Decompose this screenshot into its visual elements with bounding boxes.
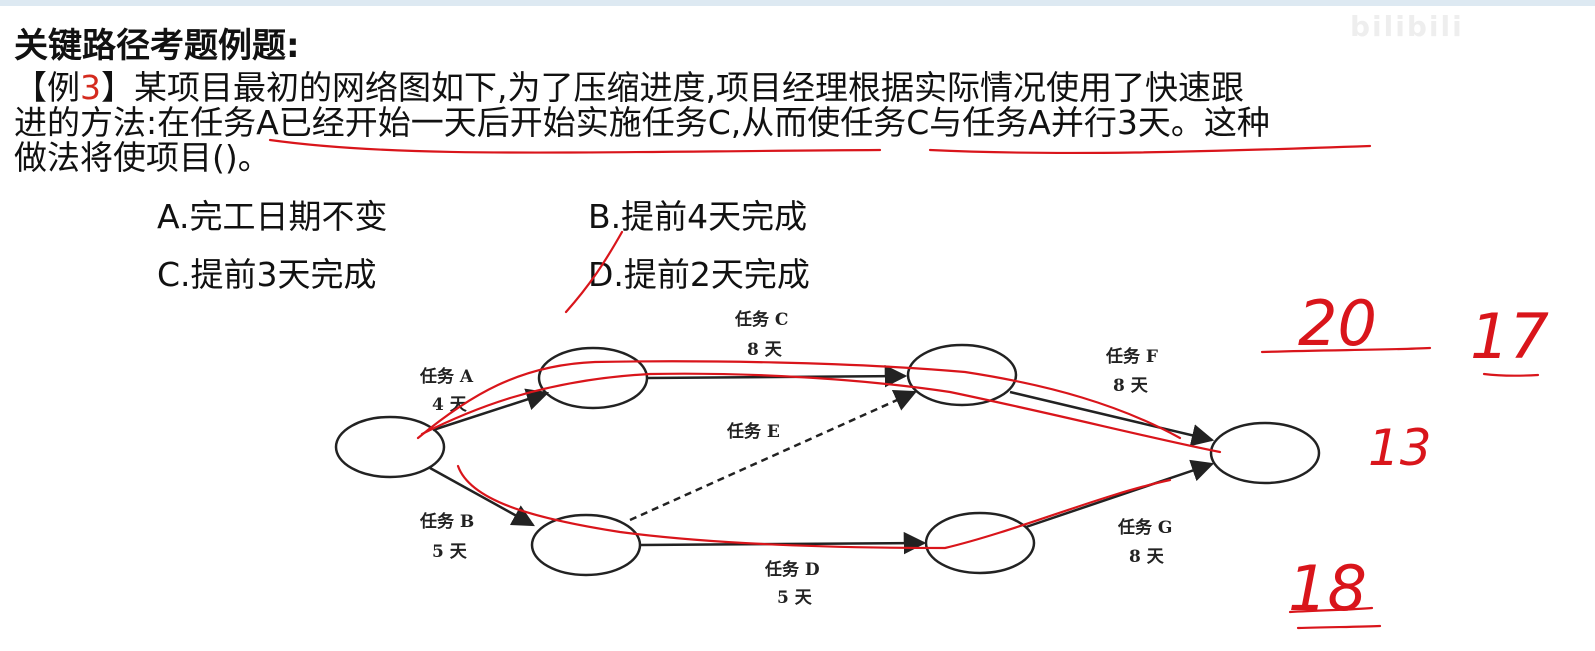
node-after-c <box>906 343 1018 407</box>
edge-task-f <box>1009 390 1215 447</box>
hw-underline-17 <box>1482 372 1540 377</box>
hw-value-18: 18 <box>1288 552 1367 625</box>
underline-2 <box>928 144 1372 155</box>
task-b-name: 任务 B <box>419 511 474 532</box>
task-d-days: 5 天 <box>777 588 813 608</box>
task-c-name: 任务 C <box>734 309 788 330</box>
task-f-days: 8 天 <box>1113 376 1149 396</box>
path-bdg <box>456 464 1172 550</box>
node-after-b <box>530 513 642 577</box>
task-g-name: 任务 G <box>1117 517 1172 538</box>
task-g-days: 8 天 <box>1129 547 1165 567</box>
node-after-a <box>537 346 649 410</box>
task-b-days: 5 天 <box>432 542 468 562</box>
task-e-name: 任务 E <box>726 421 780 442</box>
node-end <box>1209 421 1321 485</box>
network-diagram: 任务 A 4 天 任务 B 5 天 任务 C 8 天 任务 D 5 天 任务 E… <box>268 138 1549 630</box>
task-c-days: 8 天 <box>747 340 783 360</box>
node-start <box>334 415 446 479</box>
edge-task-e <box>629 390 918 522</box>
node-after-d <box>924 511 1036 575</box>
underline-1 <box>268 138 882 154</box>
task-a-name: 任务 A <box>419 366 474 387</box>
hw-value-17: 17 <box>1470 300 1549 373</box>
hw-value-20: 20 <box>1298 287 1377 360</box>
hw-underline-18b <box>1296 624 1382 630</box>
task-f-name: 任务 F <box>1105 346 1158 367</box>
task-d-name: 任务 D <box>764 559 820 580</box>
hw-value-13: 13 <box>1368 419 1432 477</box>
strike-d-mark <box>564 230 624 314</box>
path-ace-f <box>416 360 1182 440</box>
